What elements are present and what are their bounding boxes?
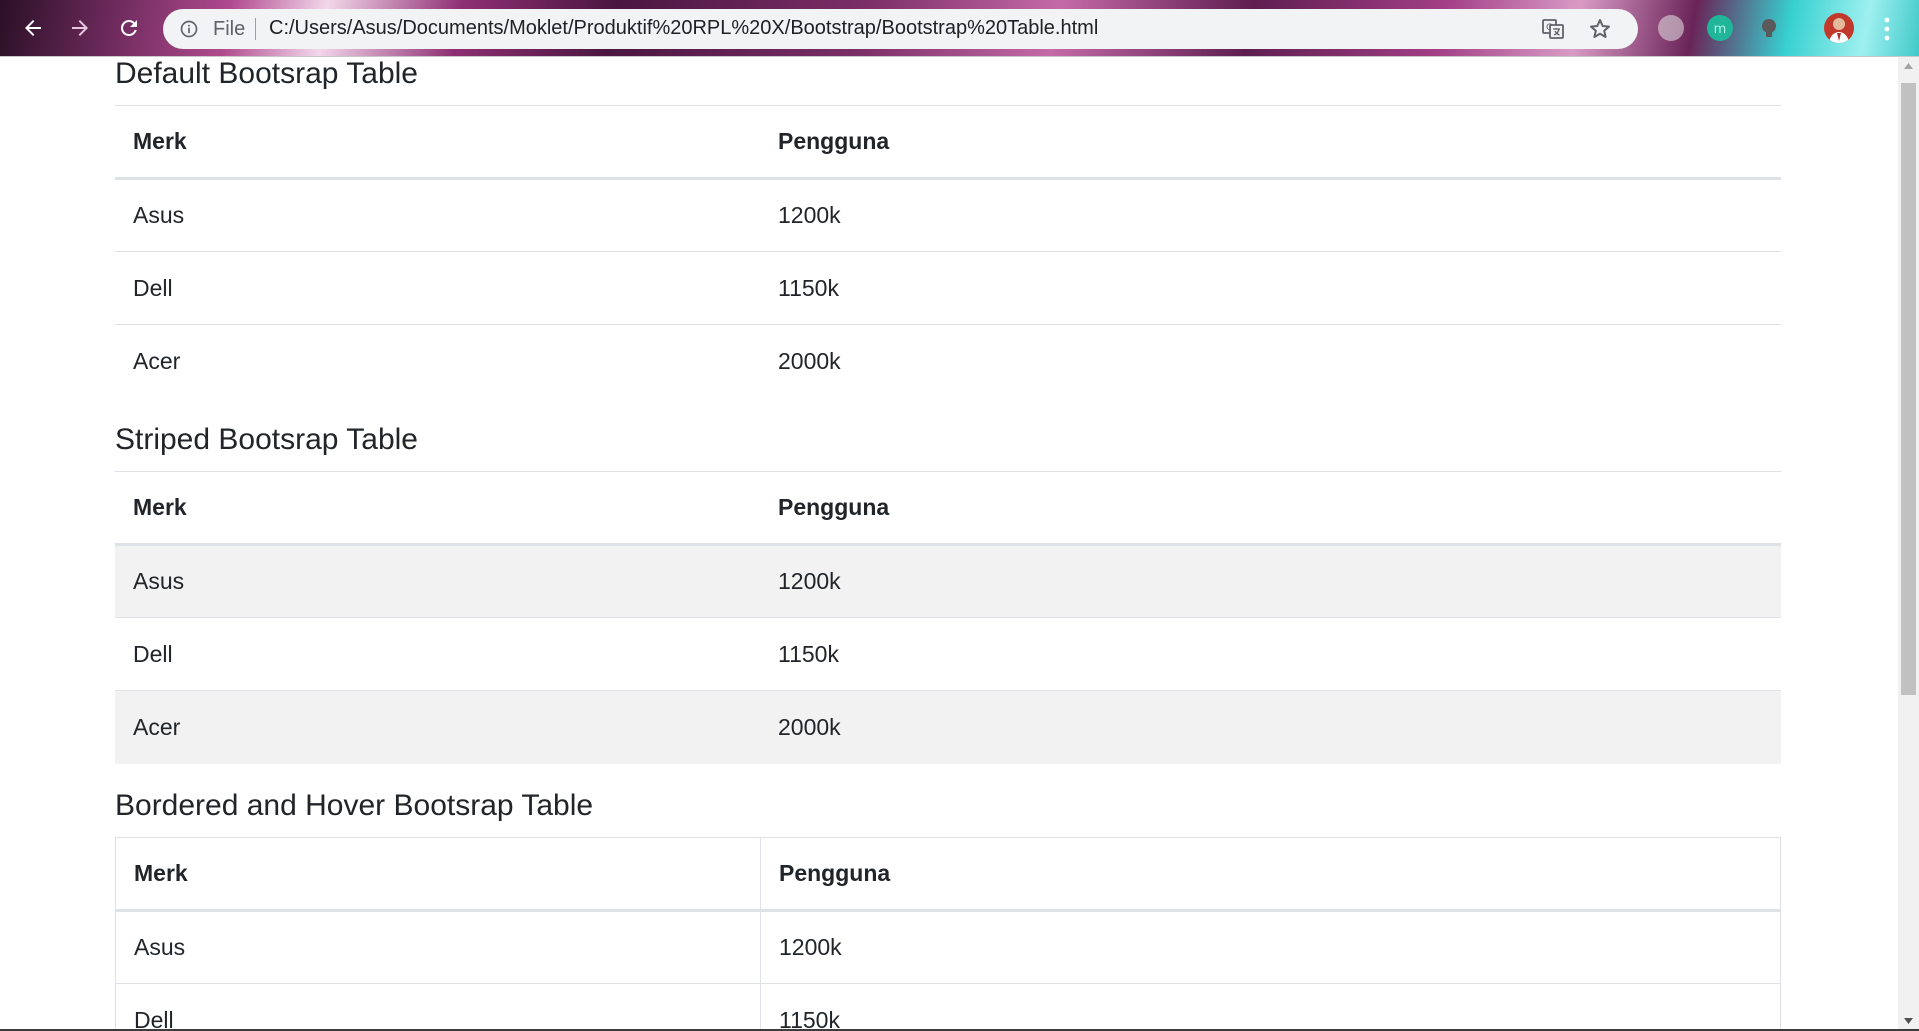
bordered-table-title: Bordered and Hover Bootsrap Table [115,789,594,822]
default-table: Merk Pengguna Asus 1200k Dell 1150k Acer… [115,105,1781,398]
cell-merk: Asus [133,202,185,228]
lock-extension-icon[interactable] [1756,15,1782,41]
camera-extension-icon[interactable] [1658,15,1684,41]
url-text[interactable]: C:/Users/Asus/Documents/Moklet/Produktif… [269,17,1098,40]
table-row: Dell 1150k [115,251,1781,325]
scrollbar-thumb[interactable] [1901,83,1916,695]
cell-merk: Asus [133,568,185,594]
striped-table: Merk Pengguna Asus 1200k Dell 1150k Acer… [115,471,1781,764]
avatar-icon [1824,13,1854,43]
chevron-up-icon [1904,62,1913,69]
cell-merk: Acer [133,713,181,740]
cell-merk: Dell [133,274,173,301]
svg-text:m: m [1714,22,1727,37]
cell-pengguna: 1150k [778,274,839,301]
cell-merk: Dell [115,983,761,1029]
reload-icon [120,19,137,36]
translate-icon[interactable]: G [1541,17,1565,41]
table-header-row: Merk Pengguna [115,105,1781,179]
header-pengguna: Pengguna [778,128,890,154]
page-viewport: Default Bootsrap Table Merk Pengguna Asu… [0,57,1898,1029]
default-table-title: Default Bootsrap Table [115,57,418,90]
table-header-row: Merk Pengguna [115,837,1781,912]
table-row: Acer 2000k [115,324,1781,398]
profile-avatar[interactable] [1824,13,1854,43]
forward-button[interactable] [64,12,96,44]
header-merk: Merk [133,128,187,154]
bordered-hover-table: Merk Pengguna Asus 1200k Dell 1150k [115,837,1781,1029]
arrow-right-icon [72,20,88,36]
header-pengguna: Pengguna [760,837,1781,912]
reload-button[interactable] [113,12,145,44]
cell-merk: Acer [133,347,181,374]
table-header-row: Merk Pengguna [115,471,1781,545]
cell-merk: Dell [133,640,173,667]
cell-pengguna: 1200k [760,910,1781,984]
striped-table-title: Striped Bootsrap Table [115,423,418,456]
cell-pengguna: 2000k [778,713,841,740]
scroll-up-button[interactable] [1898,57,1919,74]
arrow-left-icon [25,20,41,36]
cell-pengguna: 1200k [778,202,841,228]
info-icon[interactable] [179,19,199,39]
cell-pengguna: 2000k [778,347,841,374]
table-row[interactable]: Dell 1150k [115,983,1781,1029]
m-letter-icon: m [1714,22,1727,37]
m-extension-icon[interactable]: m [1707,15,1733,41]
chevron-down-icon [1904,1017,1913,1024]
browser-toolbar: File C:/Users/Asus/Documents/Moklet/Prod… [0,0,1919,57]
table-row: Dell 1150k [115,617,1781,691]
address-divider [255,18,256,40]
header-merk: Merk [115,837,761,912]
header-merk: Merk [133,494,187,520]
vertical-scrollbar[interactable] [1898,57,1919,1029]
address-prefix: File [213,18,246,40]
cell-pengguna: 1150k [760,983,1781,1029]
table-row: Asus 1200k [115,178,1781,252]
table-row: Acer 2000k [115,690,1781,764]
table-row: Asus 1200k [115,544,1781,618]
address-bar[interactable]: File C:/Users/Asus/Documents/Moklet/Prod… [163,9,1638,49]
star-icon[interactable] [1588,17,1612,41]
scroll-down-button[interactable] [1898,1012,1919,1029]
cell-pengguna: 1150k [778,640,839,667]
three-dots-icon[interactable] [1882,15,1892,43]
table-row[interactable]: Asus 1200k [115,910,1781,984]
header-pengguna: Pengguna [778,494,890,520]
lightbulb-icon [1762,19,1776,37]
cell-pengguna: 1200k [778,568,841,594]
cell-merk: Asus [115,910,761,984]
back-button[interactable] [17,12,49,44]
